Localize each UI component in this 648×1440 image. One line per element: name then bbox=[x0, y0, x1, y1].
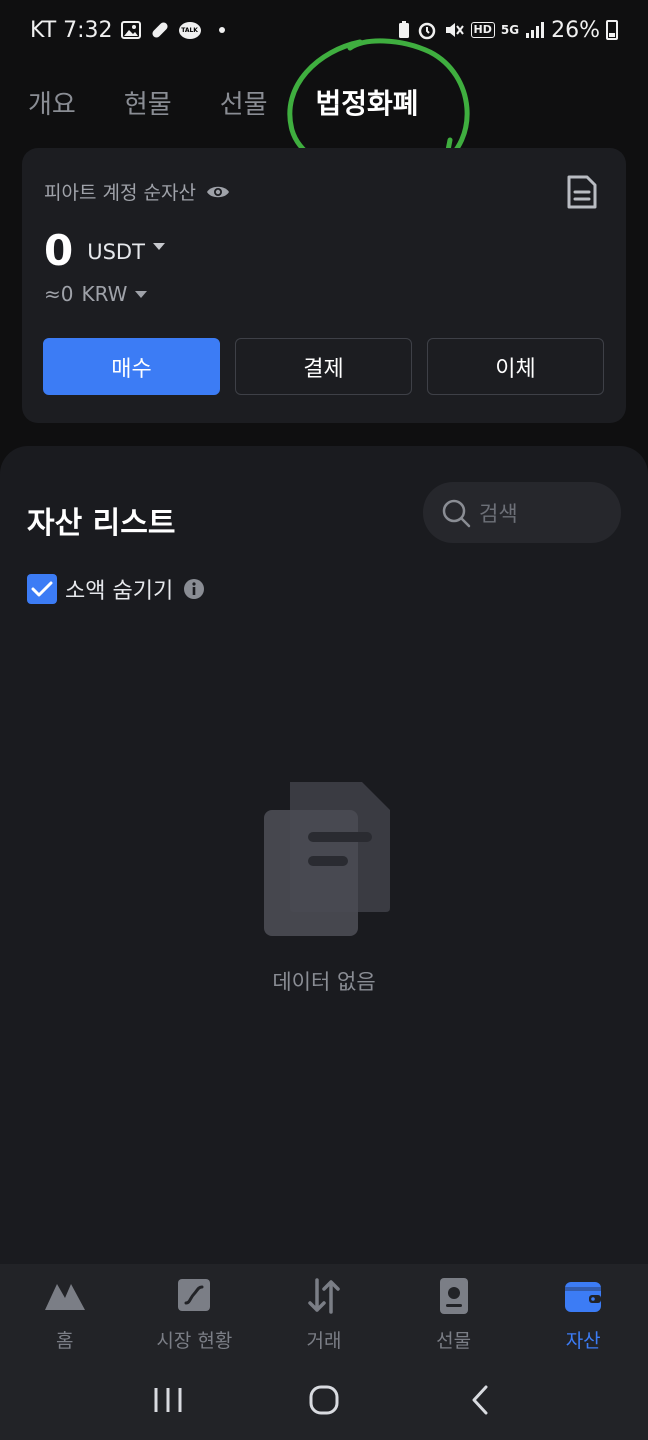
transfer-button[interactable]: 이체 bbox=[427, 338, 604, 395]
search-icon bbox=[442, 499, 471, 527]
info-icon[interactable] bbox=[183, 578, 205, 600]
nav-market-label: 시장 현황 bbox=[156, 1330, 233, 1352]
fiat-account-card: 피아트 계정 순자산 0 USDT ≈0 KRW 매수 결제 이체 bbox=[22, 148, 626, 423]
balance-unit-label: USDT bbox=[87, 240, 145, 264]
battery-percent: 26% bbox=[551, 17, 600, 43]
krw-unit: KRW bbox=[81, 282, 128, 306]
carrier-time: KT 7:32 bbox=[30, 17, 113, 43]
record-document-icon[interactable] bbox=[566, 174, 598, 210]
top-tabs: 개요 현물 선물 법정화폐 bbox=[28, 80, 467, 124]
hide-small-checkbox[interactable] bbox=[27, 574, 57, 604]
wallet-icon bbox=[565, 1282, 602, 1312]
chevron-down-icon bbox=[152, 243, 165, 250]
mute-icon bbox=[443, 20, 465, 40]
pay-button[interactable]: 결제 bbox=[235, 338, 412, 395]
balance-row: 0 USDT bbox=[44, 226, 165, 275]
search-input[interactable]: 검색 bbox=[423, 482, 621, 543]
signal-icon bbox=[525, 21, 545, 39]
market-icon bbox=[178, 1279, 211, 1311]
tab-overview[interactable]: 개요 bbox=[28, 84, 76, 121]
empty-state-text: 데이터 없음 bbox=[272, 970, 376, 994]
card-title-row: 피아트 계정 순자산 bbox=[44, 178, 230, 205]
asset-list-title: 자산 리스트 bbox=[27, 506, 176, 541]
nav-market[interactable]: 시장 현황 bbox=[130, 1264, 260, 1360]
trade-icon bbox=[308, 1278, 340, 1314]
alarm-icon bbox=[417, 20, 437, 40]
nav-trade[interactable]: 거래 bbox=[259, 1264, 389, 1360]
status-right: HD 5G 26% bbox=[397, 18, 618, 43]
bottom-navigation: 홈 시장 현황 거래 선물 자산 bbox=[0, 1264, 648, 1360]
nav-futures[interactable]: 선물 bbox=[389, 1264, 519, 1360]
nav-assets[interactable]: 자산 bbox=[518, 1264, 648, 1360]
kakaotalk-icon: TALK bbox=[178, 21, 201, 39]
back-icon bbox=[472, 1385, 488, 1415]
buy-button[interactable]: 매수 bbox=[43, 338, 220, 395]
status-bar: KT 7:32 TALK HD 5G 26% bbox=[0, 0, 648, 60]
battery-saver-icon bbox=[397, 20, 411, 40]
5g-icon: 5G bbox=[500, 23, 520, 37]
back-button[interactable] bbox=[460, 1380, 500, 1420]
checkmark-icon bbox=[31, 581, 53, 597]
nav-home[interactable]: 홈 bbox=[0, 1264, 130, 1360]
pill-icon bbox=[149, 19, 171, 41]
futures-icon bbox=[439, 1278, 468, 1314]
tab-spot[interactable]: 현물 bbox=[124, 84, 172, 121]
balance-value: 0 bbox=[44, 226, 74, 275]
nav-assets-label: 자산 bbox=[565, 1330, 601, 1352]
hd-voice-icon: HD bbox=[470, 22, 495, 38]
home-circle-icon bbox=[309, 1385, 339, 1415]
hide-small-balances-row: 소액 숨기기 bbox=[27, 573, 205, 605]
search-placeholder: 검색 bbox=[479, 501, 518, 526]
empty-documents-icon bbox=[264, 782, 390, 936]
nav-home-label: 홈 bbox=[56, 1330, 74, 1352]
krw-row[interactable]: ≈0 KRW bbox=[44, 282, 148, 306]
notification-dot bbox=[218, 27, 225, 33]
battery-icon bbox=[606, 20, 618, 40]
nav-futures-label: 선물 bbox=[436, 1330, 472, 1352]
home-icon bbox=[44, 1284, 85, 1310]
krw-value: ≈0 bbox=[44, 282, 74, 306]
fiat-net-assets-label: 피아트 계정 순자산 bbox=[44, 182, 196, 204]
talk-label: TALK bbox=[181, 26, 198, 34]
recent-apps-icon bbox=[154, 1388, 182, 1412]
gallery-icon bbox=[120, 21, 141, 39]
hide-small-label: 소액 숨기기 bbox=[65, 579, 174, 604]
tab-futures[interactable]: 선물 bbox=[220, 84, 268, 121]
recent-apps-button[interactable] bbox=[148, 1380, 188, 1420]
tab-fiat[interactable]: 법정화폐 bbox=[316, 82, 419, 122]
asset-list-panel: 자산 리스트 검색 소액 숨기기 데이터 없음 bbox=[0, 446, 648, 1264]
action-buttons: 매수 결제 이체 bbox=[43, 338, 604, 395]
nav-trade-label: 거래 bbox=[306, 1330, 342, 1352]
eye-icon[interactable] bbox=[206, 184, 230, 200]
status-left: KT 7:32 TALK bbox=[30, 18, 225, 43]
balance-unit-selector[interactable]: USDT bbox=[87, 240, 165, 264]
chevron-down-icon bbox=[135, 290, 148, 298]
home-button[interactable] bbox=[304, 1380, 344, 1420]
system-navigation-bar bbox=[0, 1360, 648, 1440]
